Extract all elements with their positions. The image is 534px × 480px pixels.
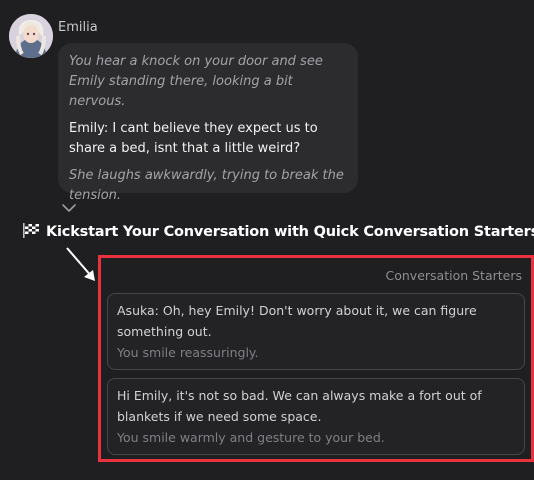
annotation-headline-text: Kickstart Your Conversation with Quick C… — [46, 224, 534, 240]
starter-text: Hi Emily, it's not so bad. We can always… — [117, 388, 482, 424]
speech-text: Emily: I cant believe they expect us to … — [69, 121, 318, 156]
narration-text: You hear a knock on your door and see Em… — [69, 54, 323, 109]
narration-text: She laughs awkwardly, trying to break th… — [69, 168, 344, 203]
annotation-headline: Kickstart Your Conversation with Quick C… — [22, 222, 534, 240]
conversation-starters-title: Conversation Starters — [385, 268, 523, 283]
starter-action: You smile warmly and gesture to your bed… — [117, 430, 385, 445]
avatar[interactable] — [9, 14, 53, 58]
starter-text: Asuka: Oh, hey Emily! Don't worry about … — [117, 303, 477, 339]
starter-option-2[interactable]: Hi Emily, it's not so bad. We can always… — [107, 378, 525, 455]
starter-action: You smile reassuringly. — [117, 345, 259, 360]
conversation-starters-panel: Conversation Starters Asuka: Oh, hey Emi… — [98, 255, 534, 462]
message-bubble: You hear a knock on your door and see Em… — [58, 43, 358, 203]
chevron-down-icon[interactable] — [62, 203, 76, 213]
checkered-flag-icon — [23, 223, 39, 238]
pointer-arrow-icon — [66, 247, 95, 281]
sender-name: Emilia — [58, 20, 98, 35]
starter-option-1[interactable]: Asuka: Oh, hey Emily! Don't worry about … — [107, 293, 525, 370]
